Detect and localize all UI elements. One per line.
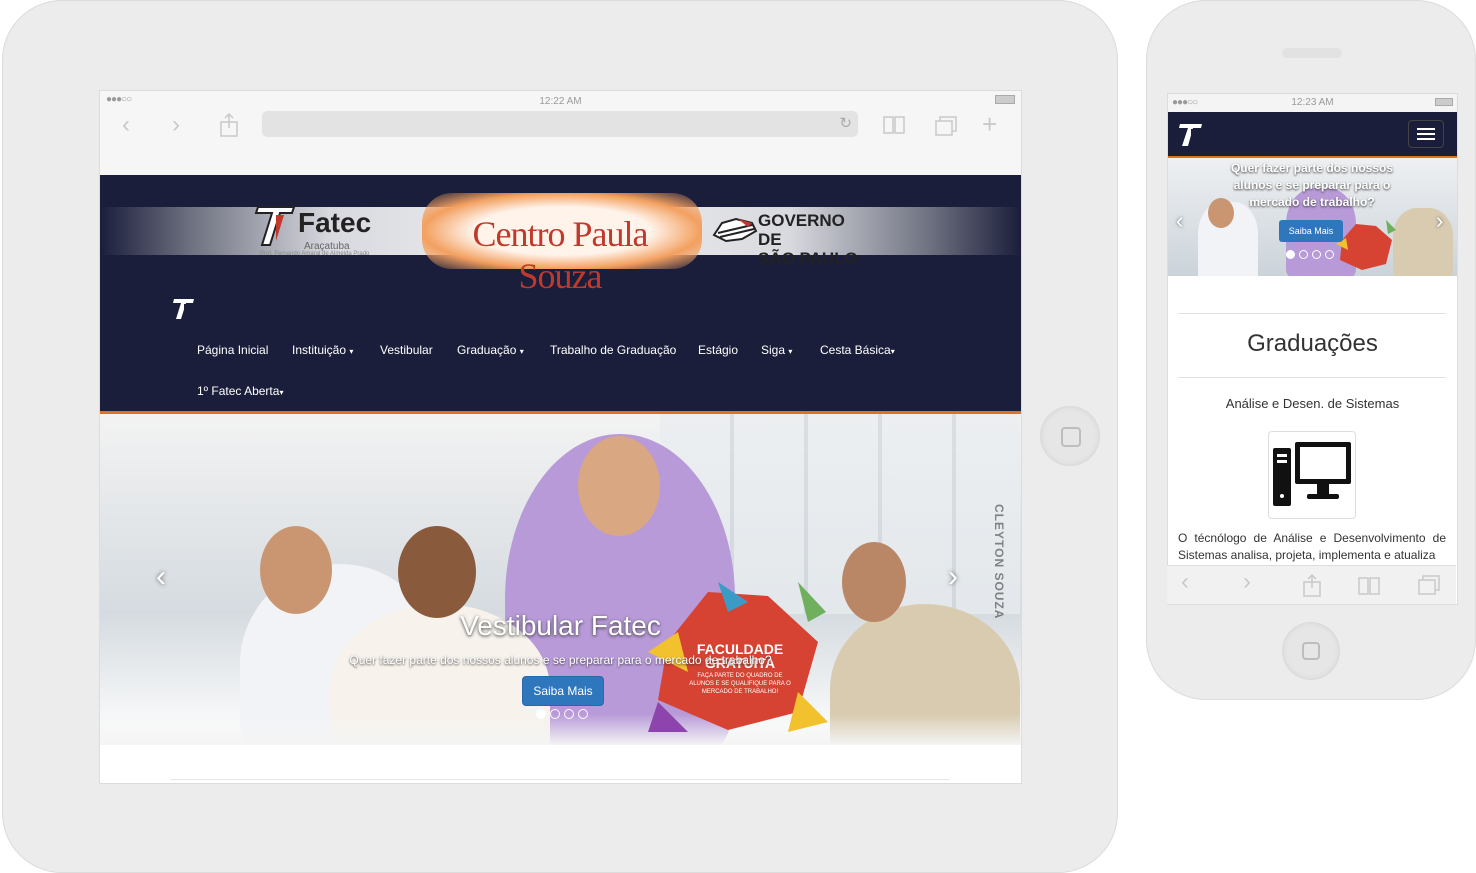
nav-item-fatec-aberta[interactable]: 1º Fatec Aberta▾ [197, 384, 283, 398]
navbar-brand-icon[interactable] [172, 295, 196, 321]
share-icon[interactable] [1301, 574, 1323, 598]
photo-person-center-head [578, 436, 660, 536]
fatec-logo[interactable]: Fatec Araçatuba Prof. Fernando Amaral de… [252, 201, 392, 261]
nav-item-instituicao[interactable]: Instituição ▾ [292, 343, 353, 357]
gov-line-1: GOVERNO DE [758, 211, 845, 249]
nav-item-siga[interactable]: Siga ▾ [761, 343, 792, 357]
caret-down-icon: ▾ [519, 347, 524, 356]
bookmarks-icon[interactable] [882, 115, 906, 135]
hero-carousel: FACULDADE GRATUITA FAÇA PARTE DO QUADRO … [100, 414, 1021, 745]
navbar-brand-icon[interactable] [1178, 120, 1204, 148]
nav-item-label: Graduação [457, 343, 517, 357]
carousel-indicator[interactable] [1286, 250, 1295, 259]
phone-navbar [1168, 112, 1457, 158]
bookmarks-icon[interactable] [1357, 576, 1381, 596]
sp-map-icon [712, 217, 758, 243]
saiba-mais-button[interactable]: Saiba Mais [522, 676, 604, 706]
nav-item-graduacao[interactable]: Graduação ▾ [457, 343, 524, 357]
hero-subtitle: Quer fazer parte dos nossos alunos e se … [349, 653, 772, 667]
phone-screen: ●●●○○ 12:23 AM Quer fazer parte dos noss… [1167, 93, 1458, 605]
carousel-indicator[interactable] [1312, 250, 1321, 259]
carousel-indicators [1286, 246, 1338, 264]
fatec-word: Fatec [298, 207, 372, 238]
carousel-indicator[interactable] [1299, 250, 1308, 259]
tabs-icon[interactable] [1417, 574, 1441, 596]
course-description: O técnólogo de Análise e Desenvolvimento… [1178, 531, 1446, 562]
battery-icon [995, 95, 1015, 104]
saiba-mais-button[interactable]: Saiba Mais [1279, 220, 1343, 242]
nav-item-cesta-basica[interactable]: Cesta Básica▾ [820, 343, 895, 357]
section-divider [1178, 313, 1446, 314]
back-icon[interactable]: ‹ [1181, 568, 1189, 596]
fatec-t-icon [254, 206, 296, 246]
add-tab-icon[interactable]: + [982, 109, 997, 140]
back-icon[interactable]: ‹ [122, 111, 130, 139]
reload-icon[interactable]: ↻ [839, 114, 852, 132]
carousel-indicator[interactable] [1325, 250, 1334, 259]
browser-toolbar: ‹ › ↻ + [100, 109, 1021, 161]
carousel-indicator[interactable] [536, 709, 546, 719]
web-page: Fatec Araçatuba Prof. Fernando Amaral de… [100, 175, 1021, 783]
caret-down-icon: ▾ [279, 388, 284, 397]
status-time: 12:22 AM [539, 96, 582, 107]
caret-down-icon: ▾ [890, 347, 895, 356]
governo-sp-text: GOVERNO DE SÃO PAULO [758, 211, 872, 268]
carousel-indicator[interactable] [564, 709, 574, 719]
phone-hero-carousel: Quer fazer parte dos nossos alunos e se … [1168, 158, 1457, 276]
phone-browser-toolbar: ‹ › [1167, 565, 1456, 604]
carousel-indicator[interactable] [578, 709, 588, 719]
photo-person-woman-hair [398, 526, 476, 618]
nav-item-label: Siga [761, 343, 786, 357]
url-bar[interactable]: ↻ [262, 111, 858, 137]
carousel-indicator[interactable] [550, 709, 560, 719]
nav-item-pagina-inicial[interactable]: Página Inicial [197, 343, 268, 357]
section-divider [1178, 377, 1446, 378]
nav-item-estagio[interactable]: Estágio [698, 343, 738, 357]
nav-item-vestibular[interactable]: Vestibular [380, 343, 433, 357]
carousel-next-icon[interactable]: › [1436, 208, 1443, 234]
photo-watermark: CLEYTON SOUZA [992, 504, 1006, 620]
nav-item-label: Cesta Básica [820, 343, 891, 357]
section-divider [170, 779, 950, 780]
phone-hero-text: Quer fazer parte dos nossos alunos e se … [1230, 161, 1394, 209]
course-thumbnail[interactable] [1268, 431, 1356, 519]
tablet-status-bar: ●●●○○ 12:22 AM [100, 91, 1021, 111]
computer-icon [1273, 442, 1351, 506]
nav-item-label: 1º Fatec Aberta [197, 384, 280, 398]
menu-icon[interactable] [1408, 120, 1444, 148]
carousel-next-icon[interactable]: › [948, 560, 958, 594]
caret-down-icon: ▾ [788, 347, 793, 356]
nav-item-trabalho-de-graduacao[interactable]: Trabalho de Graduação [550, 343, 676, 357]
centro-paula-souza-logo[interactable]: Centro Paula Souza [430, 213, 690, 297]
phone-status-bar: ●●●○○ 12:23 AM [1168, 94, 1457, 112]
governo-sp-logo[interactable]: GOVERNO DE SÃO PAULO [712, 209, 872, 268]
phone-home-button[interactable] [1282, 622, 1340, 680]
nav-item-label: Instituição [292, 343, 347, 357]
tablet-home-button[interactable] [1040, 406, 1100, 466]
badge-text: FAÇA PARTE DO QUADRO DE ALUNOS E SE QUAL… [689, 673, 791, 695]
carousel-indicators [536, 706, 592, 724]
hero-title: Vestibular Fatec [460, 610, 661, 641]
battery-icon [1435, 98, 1453, 106]
gov-line-2: SÃO PAULO [758, 249, 858, 268]
carousel-prev-icon[interactable]: ‹ [156, 560, 166, 594]
forward-icon[interactable]: › [1243, 568, 1251, 596]
photo-person-left-head [260, 526, 332, 614]
caret-down-icon: ▾ [349, 347, 354, 356]
tablet-screen: ●●●○○ 12:22 AM ‹ › ↻ + Fatec Araçatuba P… [99, 90, 1022, 784]
forward-icon[interactable]: › [172, 111, 180, 139]
share-icon[interactable] [218, 113, 240, 137]
fatec-patron: Prof. Fernando Amaral de Almeida Prado [260, 251, 370, 257]
section-title: Graduações [1247, 330, 1378, 357]
status-time: 12:23 AM [1291, 97, 1334, 108]
site-header: Fatec Araçatuba Prof. Fernando Amaral de… [100, 175, 1021, 411]
course-title[interactable]: Análise e Desen. de Sistemas [1168, 396, 1457, 411]
carousel-prev-icon[interactable]: ‹ [1176, 208, 1183, 234]
faculdade-gratuita-badge [1336, 220, 1396, 270]
photo-person-right [1393, 208, 1453, 276]
tabs-icon[interactable] [934, 115, 958, 137]
phone-speaker [1282, 48, 1342, 58]
